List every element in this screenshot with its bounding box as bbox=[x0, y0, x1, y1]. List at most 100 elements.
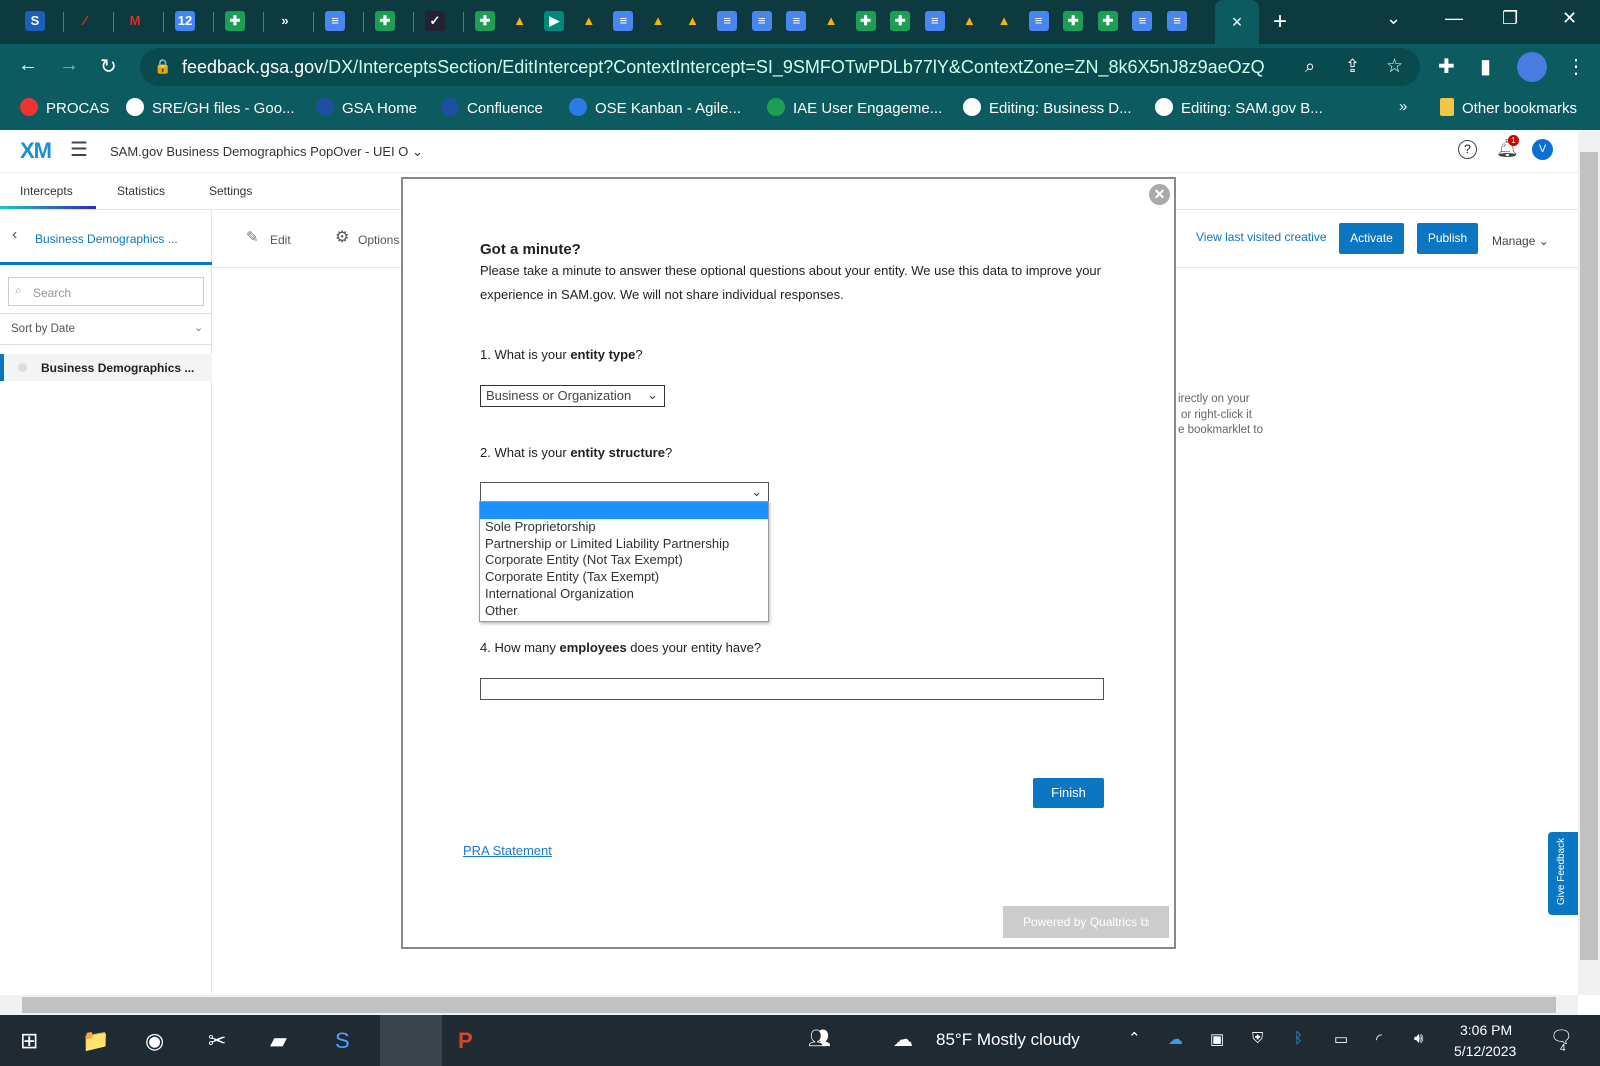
clock-time[interactable]: 3:06 PM bbox=[1460, 1022, 1512, 1038]
onedrive-icon[interactable]: ☁ bbox=[1168, 1030, 1183, 1048]
tab-statistics[interactable]: Statistics bbox=[117, 184, 165, 198]
drive-icon[interactable]: ▲ bbox=[682, 11, 703, 31]
drive-icon[interactable]: ▲ bbox=[994, 11, 1014, 31]
sort-dropdown[interactable]: Sort by Date ⌄ bbox=[0, 313, 212, 345]
bluetooth-icon[interactable]: ᛒ bbox=[1294, 1030, 1303, 1047]
horizontal-scrollbar[interactable] bbox=[0, 995, 1578, 1015]
chrome-active-icon[interactable] bbox=[380, 1015, 442, 1066]
hamburger-icon[interactable]: ☰ bbox=[70, 137, 88, 162]
docs-icon[interactable]: ≡ bbox=[1167, 11, 1187, 31]
sam-app-icon[interactable]: S bbox=[335, 1028, 350, 1054]
chrome-icon[interactable]: ◉ bbox=[145, 1028, 164, 1054]
back-link[interactable]: ‹ Business Demographics ... bbox=[0, 210, 212, 265]
tab-settings[interactable]: Settings bbox=[209, 184, 252, 198]
snipping-tool-icon[interactable]: ✂ bbox=[208, 1028, 226, 1054]
new-tab-button[interactable]: + bbox=[1273, 8, 1287, 36]
options-button[interactable]: Options bbox=[358, 233, 399, 247]
docs-icon[interactable]: ≡ bbox=[613, 11, 634, 31]
screen-icon[interactable]: ▣ bbox=[1210, 1030, 1224, 1048]
option[interactable]: Partnership or Limited Liability Partner… bbox=[480, 536, 768, 553]
windows-start-icon[interactable]: ⊞ bbox=[20, 1028, 38, 1054]
search-input[interactable]: ⌕ Search bbox=[8, 277, 204, 306]
notepad-icon[interactable]: ▰ bbox=[270, 1028, 287, 1054]
docs-icon[interactable]: ≡ bbox=[1028, 11, 1049, 31]
sheets-icon[interactable]: ✚ bbox=[475, 11, 495, 31]
omnibox[interactable]: 🔒 feedback.gsa.gov/DX/InterceptsSection/… bbox=[140, 48, 1420, 86]
option[interactable]: Corporate Entity (Not Tax Exempt) bbox=[480, 552, 768, 569]
profile-icon[interactable] bbox=[1517, 52, 1547, 82]
docs-icon[interactable]: ≡ bbox=[325, 11, 345, 31]
volume-icon[interactable]: 🔊︎ bbox=[1414, 1030, 1423, 1047]
extensions-icon[interactable]: ✚ bbox=[1438, 54, 1455, 79]
restore-icon[interactable]: ❐ bbox=[1502, 8, 1518, 29]
employees-input[interactable] bbox=[480, 678, 1104, 700]
close-icon[interactable]: ✕ bbox=[1149, 184, 1170, 205]
reload-icon[interactable]: ↻ bbox=[100, 54, 117, 79]
bookmarks-overflow-button[interactable]: » bbox=[1399, 98, 1407, 115]
powerpoint-icon[interactable]: P bbox=[458, 1028, 473, 1054]
battery-icon[interactable]: ▭ bbox=[1334, 1030, 1348, 1048]
bookmark[interactable]: PROCAS bbox=[20, 98, 109, 117]
bookmark[interactable]: IAE User Engageme... bbox=[767, 98, 942, 117]
drive-icon[interactable]: ▲ bbox=[648, 11, 668, 31]
minimize-icon[interactable]: — bbox=[1445, 8, 1463, 29]
docs-icon[interactable]: ≡ bbox=[924, 11, 945, 31]
jira-icon[interactable]: » bbox=[275, 11, 295, 31]
list-item[interactable]: Business Demographics ... bbox=[0, 354, 212, 381]
drive-icon[interactable]: ▲ bbox=[509, 11, 530, 31]
sheets-icon[interactable]: ✚ bbox=[375, 11, 395, 31]
procas-icon[interactable]: ⁄ bbox=[75, 11, 95, 31]
share-icon[interactable]: ⇪ bbox=[1345, 56, 1360, 77]
entity-type-select[interactable]: Business or Organization ⌄ bbox=[480, 385, 665, 407]
bookmark[interactable]: Editing: Business D... bbox=[963, 98, 1132, 117]
forward-icon[interactable]: → bbox=[59, 54, 79, 77]
drive-icon[interactable]: ▲ bbox=[578, 11, 599, 31]
star-icon[interactable]: ☆ bbox=[1386, 55, 1403, 78]
publish-button[interactable]: Publish bbox=[1417, 223, 1478, 254]
url-text[interactable]: feedback.gsa.gov/DX/InterceptsSection/Ed… bbox=[182, 57, 1265, 78]
file-explorer-icon[interactable]: 📁 bbox=[82, 1028, 109, 1054]
tab-search-icon[interactable]: ⌄ bbox=[1386, 8, 1401, 29]
sheets-icon[interactable]: ✚ bbox=[1063, 11, 1084, 31]
other-bookmarks[interactable]: Other bookmarks bbox=[1440, 98, 1577, 117]
activate-button[interactable]: Activate bbox=[1339, 223, 1404, 254]
drive-icon[interactable]: ▲ bbox=[821, 11, 841, 31]
bookmark[interactable]: GSA Home bbox=[316, 98, 417, 117]
bookmark[interactable]: OSE Kanban - Agile... bbox=[569, 98, 741, 117]
manage-dropdown[interactable]: Manage ⌄ bbox=[1492, 234, 1549, 248]
pra-statement-link[interactable]: PRA Statement bbox=[463, 843, 552, 858]
finish-button[interactable]: Finish bbox=[1033, 778, 1104, 808]
wifi-icon[interactable]: ◜ bbox=[1376, 1030, 1382, 1048]
chevron-up-icon[interactable]: ⌃ bbox=[1128, 1029, 1141, 1047]
meet-icon[interactable]: ▶ bbox=[544, 11, 565, 31]
sheets-icon[interactable]: ✚ bbox=[855, 11, 876, 31]
clock-date[interactable]: 5/12/2023 bbox=[1454, 1043, 1516, 1059]
scrollbar-thumb[interactable] bbox=[22, 997, 1556, 1013]
sheets-icon[interactable]: ✚ bbox=[225, 11, 245, 31]
bookmark[interactable]: Editing: SAM.gov B... bbox=[1155, 98, 1323, 117]
check-icon[interactable]: ✓ bbox=[425, 11, 445, 31]
option[interactable]: International Organization bbox=[480, 586, 768, 603]
menu-icon[interactable]: ⋮ bbox=[1566, 54, 1586, 79]
docs-icon[interactable]: ≡ bbox=[786, 11, 807, 31]
active-tab-close-button[interactable]: × bbox=[1215, 0, 1259, 44]
docs-icon[interactable]: ≡ bbox=[751, 11, 772, 31]
back-icon[interactable]: ← bbox=[18, 54, 38, 77]
give-feedback-tab[interactable]: Give Feedback bbox=[1548, 832, 1578, 915]
docs-icon[interactable]: ≡ bbox=[717, 11, 738, 31]
xm-logo[interactable]: XM bbox=[20, 138, 52, 164]
avatar[interactable]: V bbox=[1532, 139, 1553, 160]
gmail-icon[interactable]: M bbox=[125, 11, 145, 31]
option-blank[interactable] bbox=[480, 502, 768, 519]
help-icon[interactable]: ? bbox=[1458, 140, 1477, 159]
vertical-scrollbar[interactable] bbox=[1578, 130, 1600, 995]
people-icon[interactable]: 👥︎ bbox=[808, 1028, 831, 1049]
bookmark[interactable]: SRE/GH files - Goo... bbox=[126, 98, 295, 117]
sheets-icon[interactable]: ✚ bbox=[890, 11, 911, 31]
sam-icon[interactable]: S bbox=[25, 11, 45, 31]
docs-icon[interactable]: ≡ bbox=[1132, 11, 1153, 31]
powered-by-qualtrics-button[interactable]: Powered by Qualtrics ⧉ bbox=[1003, 906, 1169, 938]
project-title-dropdown[interactable]: SAM.gov Business Demographics PopOver - … bbox=[110, 144, 423, 160]
option[interactable]: Corporate Entity (Tax Exempt) bbox=[480, 569, 768, 586]
bookmark[interactable]: Confluence bbox=[441, 98, 543, 117]
